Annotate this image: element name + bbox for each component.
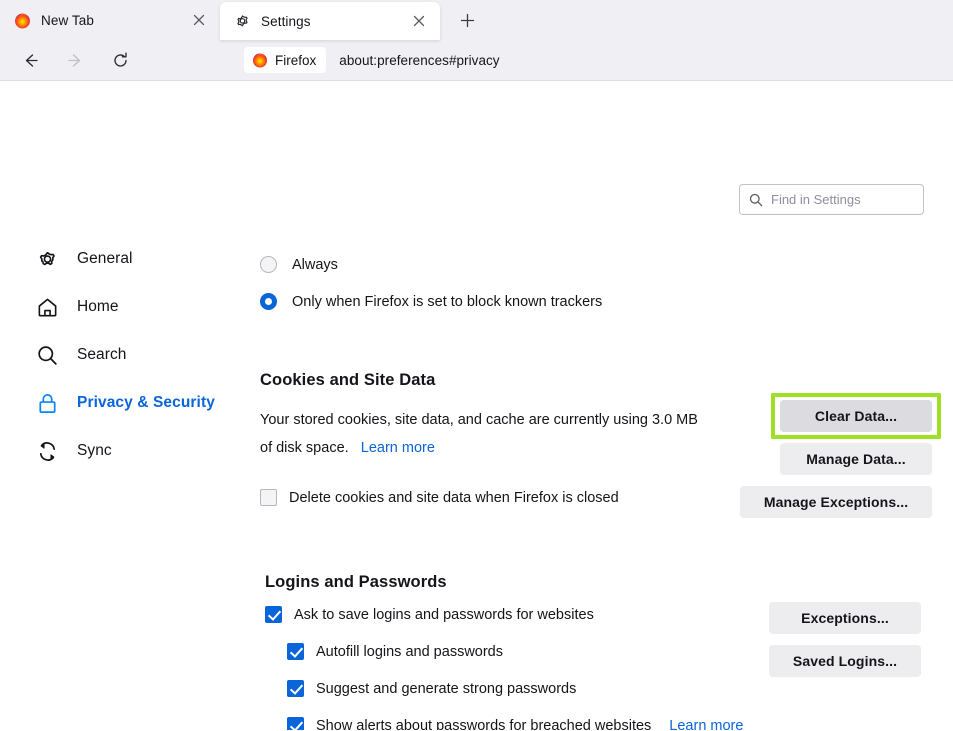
checkbox-label: Autofill logins and passwords	[316, 643, 503, 660]
checkbox-row-breach-alerts[interactable]: Show alerts about passwords for breached…	[287, 717, 743, 730]
back-button[interactable]	[14, 44, 46, 76]
checkbox-label: Show alerts about passwords for breached…	[316, 717, 652, 731]
tab-strip: New Tab Settings	[0, 0, 953, 40]
new-tab-button[interactable]	[452, 5, 482, 35]
search-icon	[38, 345, 57, 365]
close-icon[interactable]	[408, 10, 430, 32]
manage-exceptions-button[interactable]: Manage Exceptions...	[740, 486, 932, 518]
url-bar[interactable]: Firefox about:preferences#privacy	[242, 45, 937, 75]
sync-icon	[39, 441, 56, 461]
identity-label: Firefox	[275, 52, 317, 68]
checkbox[interactable]	[287, 680, 304, 697]
lock-icon	[39, 393, 56, 413]
saved-logins-button[interactable]: Saved Logins...	[769, 645, 921, 677]
sidebar-item-label: Privacy & Security	[77, 394, 215, 411]
tab-settings[interactable]: Settings	[220, 2, 440, 40]
checkbox[interactable]	[287, 717, 304, 730]
learn-more-link-breached[interactable]: Learn more	[669, 718, 743, 731]
sidebar-item-general[interactable]: General	[32, 241, 247, 277]
section-heading-cookies: Cookies and Site Data	[260, 371, 436, 389]
sidebar-item-search[interactable]: Search	[32, 337, 247, 373]
manage-data-button[interactable]: Manage Data...	[780, 443, 932, 475]
radio-row-only-when-blocking[interactable]: Only when Firefox is set to block known …	[260, 293, 602, 310]
exceptions-button[interactable]: Exceptions...	[769, 602, 921, 634]
url-text: about:preferences#privacy	[339, 52, 500, 68]
home-icon	[38, 298, 57, 316]
checkbox-label: Suggest and generate strong passwords	[316, 680, 577, 697]
radio-row-always[interactable]: Always	[260, 256, 338, 273]
radio-button[interactable]	[260, 293, 277, 310]
cookies-description-line1: Your stored cookies, site data, and cach…	[260, 412, 698, 428]
gear-icon	[237, 14, 248, 26]
checkbox-row-autofill[interactable]: Autofill logins and passwords	[287, 643, 503, 660]
sidebar-item-home[interactable]: Home	[32, 289, 247, 325]
gear-icon	[39, 251, 55, 265]
reload-button[interactable]	[104, 44, 136, 76]
clear-data-button[interactable]: Clear Data...	[780, 400, 932, 432]
sidebar-item-label: Sync	[77, 442, 112, 459]
radio-label: Always	[292, 256, 338, 273]
checkbox-row-delete-cookies[interactable]: Delete cookies and site data when Firefo…	[260, 489, 619, 506]
learn-more-link-cookies[interactable]: Learn more	[361, 440, 435, 456]
radio-label: Only when Firefox is set to block known …	[292, 293, 603, 310]
sidebar-item-privacy-security[interactable]: Privacy & Security	[32, 385, 247, 421]
tab-new-tab[interactable]: New Tab	[0, 0, 220, 40]
tab-title: New Tab	[41, 12, 94, 28]
sidebar-item-label: Search	[77, 346, 127, 363]
identity-box[interactable]: Firefox	[244, 47, 327, 73]
radio-button[interactable]	[260, 256, 277, 273]
checkbox-row-ask-to-save[interactable]: Ask to save logins and passwords for web…	[265, 606, 594, 623]
forward-button[interactable]	[59, 44, 91, 76]
sidebar-item-sync[interactable]: Sync	[32, 433, 247, 469]
cookies-description: Your stored cookies, site data, and cach…	[260, 406, 740, 462]
navigation-toolbar: Firefox about:preferences#privacy	[0, 40, 953, 81]
checkbox-label: Ask to save logins and passwords for web…	[294, 606, 594, 623]
sidebar-item-label: General	[77, 250, 133, 267]
firefox-logo-icon	[253, 53, 267, 68]
settings-sidebar: General Home Search Privacy & Security S…	[32, 241, 247, 481]
firefox-logo-icon	[15, 13, 30, 28]
settings-main: Always Only when Firefox is set to block…	[258, 81, 953, 730]
checkbox-label: Delete cookies and site data when Firefo…	[289, 489, 619, 506]
close-icon[interactable]	[188, 9, 210, 31]
checkbox[interactable]	[287, 643, 304, 660]
section-heading-logins: Logins and Passwords	[265, 573, 447, 591]
browser-chrome: New Tab Settings Firefox about:preferenc…	[0, 0, 953, 81]
checkbox[interactable]	[260, 489, 277, 506]
checkbox[interactable]	[265, 606, 282, 623]
checkbox-row-suggest-strong[interactable]: Suggest and generate strong passwords	[287, 680, 576, 697]
cookies-description-line2: of disk space.	[260, 440, 349, 456]
settings-page: Find in Settings General Home Search Pri…	[0, 81, 953, 730]
tab-title: Settings	[261, 13, 311, 29]
sidebar-item-label: Home	[77, 298, 119, 315]
